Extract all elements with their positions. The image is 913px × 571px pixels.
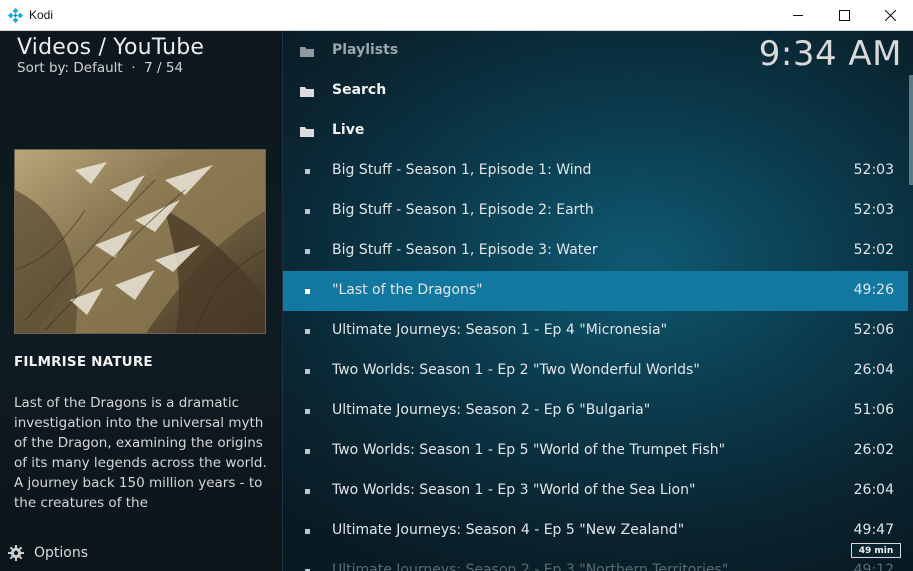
item-duration: 26:02 — [853, 442, 894, 458]
folder-icon — [300, 44, 314, 58]
video-item[interactable]: Two Worlds: Season 1 - Ep 3 "World of th… — [283, 471, 908, 511]
item-duration: 49:26 — [853, 282, 894, 298]
item-label: "Last of the Dragons" — [332, 282, 483, 298]
kodi-logo-icon — [8, 8, 23, 23]
close-button[interactable] — [867, 0, 913, 31]
item-label: Search — [332, 82, 387, 98]
item-duration: 52:06 — [853, 322, 894, 338]
item-label: Big Stuff - Season 1, Episode 2: Earth — [332, 202, 594, 218]
kodi-main: Videos / YouTube Sort by: Default · 7 / … — [0, 31, 913, 571]
page-title: Videos / YouTube — [17, 35, 205, 60]
item-label: Two Worlds: Season 1 - Ep 2 "Two Wonderf… — [332, 362, 700, 378]
video-item[interactable]: Ultimate Journeys: Season 1 - Ep 4 "Micr… — [283, 311, 908, 351]
video-item[interactable]: Ultimate Journeys: Season 2 - Ep 3 "Nort… — [283, 551, 908, 571]
item-duration: 26:04 — [853, 482, 894, 498]
item-duration: 26:04 — [853, 362, 894, 378]
item-label: Ultimate Journeys: Season 1 - Ep 4 "Micr… — [332, 322, 668, 338]
video-bullet-icon — [300, 364, 314, 378]
item-label: Two Worlds: Season 1 - Ep 5 "World of th… — [332, 442, 726, 458]
video-item[interactable]: Big Stuff - Season 1, Episode 1: Wind 52:… — [283, 151, 908, 191]
video-item[interactable]: Ultimate Journeys: Season 4 - Ep 5 "New … — [283, 511, 908, 551]
video-bullet-icon — [300, 444, 314, 458]
video-bullet-icon — [300, 404, 314, 418]
video-bullet-icon — [300, 284, 314, 298]
item-label: Live — [332, 122, 365, 138]
video-item[interactable]: Big Stuff - Season 1, Episode 2: Earth 52… — [283, 191, 908, 231]
video-item[interactable]: Two Worlds: Season 1 - Ep 5 "World of th… — [283, 431, 908, 471]
close-icon — [884, 10, 896, 21]
video-bullet-icon — [300, 204, 314, 218]
maximize-icon — [838, 10, 850, 21]
clock: 9:34 AM — [758, 34, 902, 74]
minimize-icon — [792, 15, 803, 16]
options-button[interactable]: Options — [7, 542, 88, 564]
item-label: Two Worlds: Season 1 - Ep 3 "World of th… — [332, 482, 696, 498]
folder-item[interactable]: Live — [283, 111, 908, 151]
video-bullet-icon — [300, 564, 314, 571]
item-label: Playlists — [332, 42, 399, 58]
video-thumbnail — [14, 149, 266, 334]
video-bullet-icon — [300, 484, 314, 498]
item-label: Ultimate Journeys: Season 2 - Ep 3 "Nort… — [332, 562, 729, 571]
window-title: Kodi — [29, 8, 54, 22]
dragon-thumbnail-image — [15, 150, 265, 333]
video-item[interactable]: Ultimate Journeys: Season 2 - Ep 6 "Bulg… — [283, 391, 908, 431]
item-duration: 49:47 — [853, 522, 894, 538]
item-duration: 52:03 — [853, 162, 894, 178]
sort-indicator: Sort by: Default · 7 / 54 — [17, 60, 184, 76]
item-label: Big Stuff - Season 1, Episode 3: Water — [332, 242, 598, 258]
item-duration: 51:06 — [853, 402, 894, 418]
item-label: Ultimate Journeys: Season 4 - Ep 5 "New … — [332, 522, 685, 538]
list-scrollbar[interactable] — [909, 75, 913, 185]
folder-item[interactable]: Search — [283, 71, 908, 111]
maximize-button[interactable] — [821, 0, 867, 31]
item-label: Ultimate Journeys: Season 2 - Ep 6 "Bulg… — [332, 402, 651, 418]
item-duration: 52:03 — [853, 202, 894, 218]
channel-name: FILMRISE NATURE — [14, 354, 153, 370]
video-bullet-icon — [300, 164, 314, 178]
info-panel: Videos / YouTube Sort by: Default · 7 / … — [0, 31, 282, 571]
item-label: Big Stuff - Season 1, Episode 1: Wind — [332, 162, 592, 178]
folder-icon — [300, 124, 314, 138]
video-bullet-icon — [300, 324, 314, 338]
window-titlebar: Kodi — [0, 0, 913, 31]
gear-icon — [8, 545, 24, 561]
video-item[interactable]: "Last of the Dragons" 49:26 — [283, 271, 908, 311]
video-bullet-icon — [300, 524, 314, 538]
options-label: Options — [34, 545, 89, 561]
minimize-button[interactable] — [775, 0, 821, 31]
video-bullet-icon — [300, 244, 314, 258]
folder-icon — [300, 84, 314, 98]
plot-description: Last of the Dragons is a dramatic invest… — [14, 395, 267, 511]
video-item[interactable]: Big Stuff - Season 1, Episode 3: Water 52… — [283, 231, 908, 271]
video-item[interactable]: Two Worlds: Season 1 - Ep 2 "Two Wonderf… — [283, 351, 908, 391]
duration-badge: 49 min — [851, 543, 901, 558]
media-list: Playlists Search Live Big Stuff - Season 1,… — [283, 31, 908, 571]
item-duration: 52:02 — [853, 242, 894, 258]
item-duration: 49:12 — [853, 562, 894, 571]
